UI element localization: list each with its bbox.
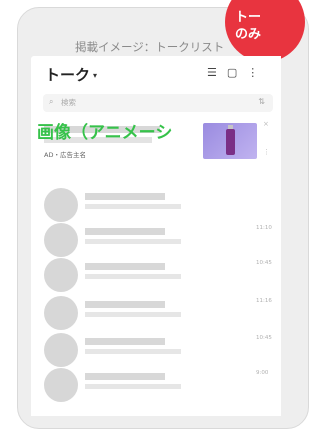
close-icon[interactable]: ×	[263, 120, 269, 128]
sort-icon[interactable]: ☰	[207, 66, 217, 79]
avatar	[44, 368, 78, 402]
message-placeholder	[85, 239, 181, 244]
list-item[interactable]: 9:00	[31, 362, 281, 402]
list-item[interactable]: 11:10	[31, 217, 281, 257]
name-placeholder	[85, 301, 165, 308]
avatar	[44, 296, 78, 330]
page-title[interactable]: トーク	[45, 66, 90, 84]
chevron-down-icon[interactable]: ▾	[93, 71, 97, 80]
message-placeholder	[85, 349, 181, 354]
search-placeholder: 検索	[61, 98, 76, 107]
timestamp: 9:00	[256, 370, 269, 376]
list-item[interactable]: 10:45	[31, 327, 281, 367]
list-item[interactable]: 10:45	[31, 252, 281, 292]
timestamp: 10:45	[256, 335, 272, 341]
name-placeholder	[85, 193, 165, 200]
more-icon[interactable]: ⋮	[247, 66, 258, 79]
badge-line-2: のみ	[235, 27, 262, 42]
message-placeholder	[85, 274, 181, 279]
timestamp: 11:10	[256, 225, 272, 231]
avatar	[44, 258, 78, 292]
filter-icon[interactable]: ⇅	[258, 97, 265, 106]
ad-label: AD・広告主名	[44, 151, 86, 159]
ad-thumbnail[interactable]	[203, 123, 257, 159]
name-placeholder	[85, 338, 165, 345]
search-icon: ⌕	[49, 97, 54, 106]
name-placeholder	[85, 373, 165, 380]
timestamp: 10:45	[256, 260, 272, 266]
talk-list-screen: トーク ▾ ☰ ▢ ⋮ ⌕ 検索 ⇅ AD・広告主名 × ⋮ 11:10 10:45	[31, 56, 281, 416]
more-dots-icon[interactable]: ⋮	[263, 148, 270, 156]
message-placeholder	[85, 204, 181, 209]
search-input[interactable]: ⌕ 検索 ⇅	[43, 94, 273, 112]
header-icons: ☰ ▢ ⋮	[207, 66, 268, 79]
timestamp: 11:16	[256, 298, 272, 304]
bottle-image	[226, 129, 235, 155]
list-item[interactable]	[31, 182, 281, 222]
badge-line-1: トー	[235, 10, 262, 25]
overlay-caption: 画像（アニメーシ	[37, 123, 173, 143]
name-placeholder	[85, 263, 165, 270]
name-placeholder	[85, 228, 165, 235]
chat-icon[interactable]: ▢	[227, 66, 237, 79]
message-placeholder	[85, 384, 181, 389]
caption: 掲載イメージ：トークリスト	[75, 40, 225, 54]
list-item[interactable]: 11:16	[31, 290, 281, 330]
message-placeholder	[85, 312, 181, 317]
